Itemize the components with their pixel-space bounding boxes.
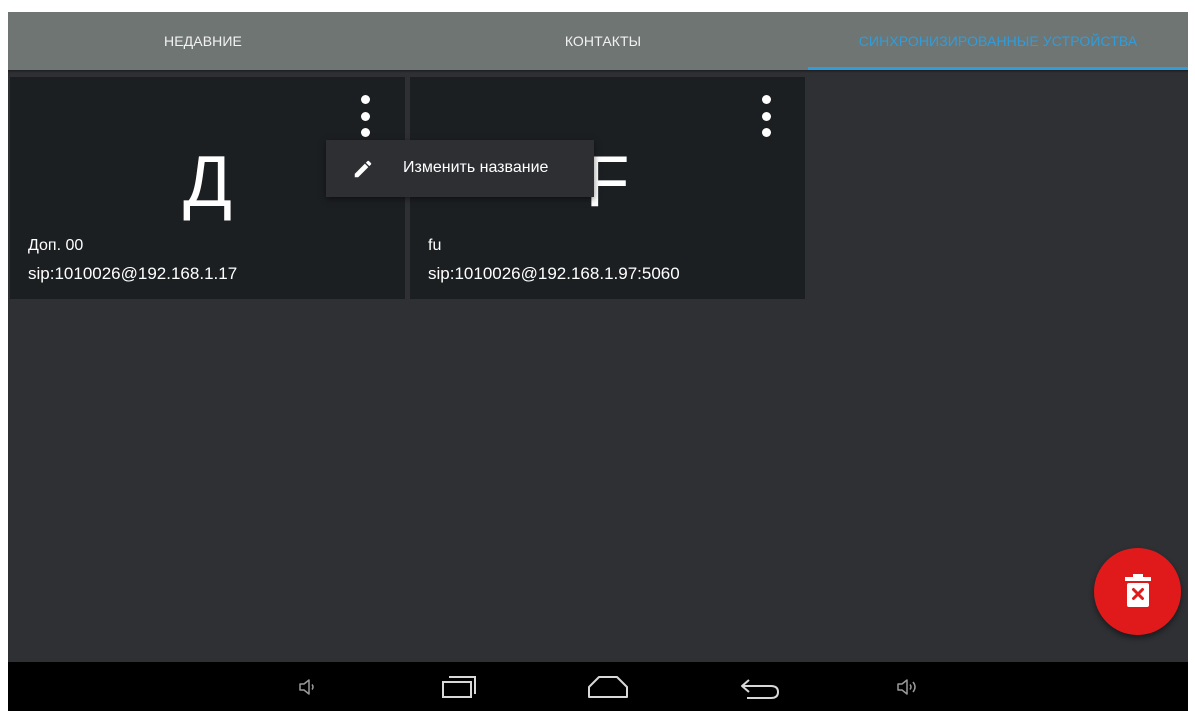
rename-menu-item-label: Изменить название [403,159,549,176]
delete-icon [1125,574,1151,607]
popup-menu-rename[interactable]: Изменить название [326,140,594,197]
home-icon [588,676,628,698]
back-button[interactable] [735,662,785,711]
device-sip-address: sip:1010026@192.168.1.97:5060 [428,264,680,283]
pencil-icon [354,160,372,178]
volume-down-button[interactable] [288,662,328,711]
device-sip-address: sip:1010026@192.168.1.17 [28,264,238,283]
more-vert-icon[interactable] [353,95,377,137]
tab-recent[interactable]: НЕДАВНИЕ [8,12,398,70]
more-vert-icon[interactable] [754,95,778,137]
system-navigation-bar [8,662,1188,711]
tab-bar: НЕДАВНИЕ КОНТАКТЫ СИНХРОНИЗИРОВАННЫЕ УСТ… [8,12,1188,70]
delete-fab-button[interactable] [1094,548,1181,635]
recent-apps-icon [442,676,476,698]
volume-up-button[interactable] [888,662,928,711]
tab-bar-shadow [8,70,1188,73]
volume-down-icon [299,679,314,695]
app-screen: НЕДАВНИЕ КОНТАКТЫ СИНХРОНИЗИРОВАННЫЕ УСТ… [8,12,1188,711]
volume-up-icon [897,679,916,695]
tab-synced-devices[interactable]: СИНХРОНИЗИРОВАННЫЕ УСТРОЙСТВА [808,12,1188,70]
back-icon [741,679,780,699]
device-name: Доп. 00 [28,237,84,254]
device-name: fu [428,237,442,254]
tab-contacts[interactable]: КОНТАКТЫ [398,12,808,70]
recent-apps-button[interactable] [433,662,485,711]
home-button[interactable] [583,662,633,711]
